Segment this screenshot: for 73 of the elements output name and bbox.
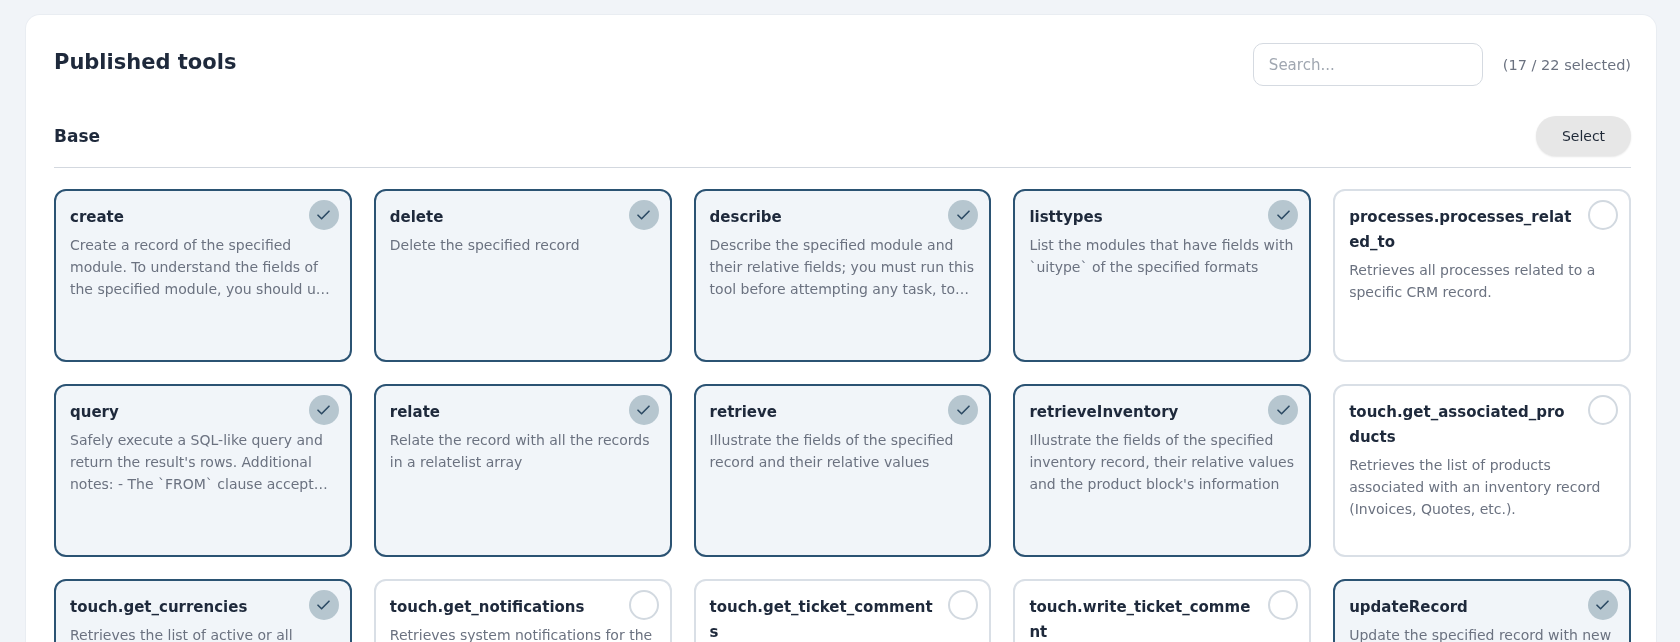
tool-name: touch.get_currencies: [70, 597, 249, 618]
tool-name: touch.get_ticket_comments: [709, 597, 934, 642]
tool-name: create: [70, 207, 125, 228]
tool-description: List the modules that have fields with `uitype` of the specified formats: [1029, 236, 1295, 277]
check-icon: [317, 210, 331, 220]
check-icon: [317, 600, 331, 610]
tool-name: touch.get_notifications: [389, 597, 586, 618]
tool-checkbox[interactable]: [1588, 200, 1618, 230]
tool-card[interactable]: retrieve Illustrate the fields of the specified record and their relative values: [693, 384, 992, 557]
tool-name: retrieveInventory: [1029, 402, 1180, 423]
tool-description: Illustrate the fields of the specified record and their relative values: [709, 431, 955, 472]
tool-name: relate: [389, 402, 441, 423]
tool-card[interactable]: touch.write_ticket_comment: [1013, 579, 1312, 642]
tool-description: Update the specified record with new: [1349, 626, 1613, 642]
tool-description: Create a record of the specified module. To understand the fields of the specified module, you should u…: [70, 236, 331, 299]
tool-name: query: [70, 402, 120, 423]
tool-description: Retrieves the list of active or all: [70, 626, 294, 642]
tool-description: Safely execute a SQL-like query and return the result's rows. Additional notes: - The `FROM` clause accept…: [70, 431, 329, 494]
tool-checkbox[interactable]: [1588, 590, 1618, 620]
search-field[interactable]: Search...: [1252, 43, 1483, 86]
check-icon: [637, 405, 651, 415]
tool-description: Relate the record with all the records in a relatelist array: [389, 431, 651, 472]
tool-description: Describe the specified module and their relative fields; you must run this tool before attempting any task, to…: [709, 236, 975, 299]
tool-card[interactable]: updateRecord Update the specified record with new: [1333, 579, 1631, 642]
page-title: Published tools: [54, 48, 237, 76]
check-icon: [1596, 600, 1610, 610]
tool-checkbox[interactable]: [628, 395, 659, 425]
tool-card[interactable]: processes.processes_related_to Retrieves all processes related to a specific CRM record.: [1333, 189, 1631, 362]
tool-checkbox[interactable]: [948, 590, 979, 620]
tool-checkbox[interactable]: [1268, 590, 1299, 620]
tool-card[interactable]: describe Describe the specified module and their relative fields; you must run this tool before attempting any task, to…: [693, 189, 992, 362]
tool-card[interactable]: touch.get_currencies Retrieves the list of active or all: [54, 579, 352, 642]
check-icon: [637, 210, 651, 220]
tool-name: processes.processes_related_to: [1349, 207, 1573, 253]
check-icon: [1276, 405, 1290, 415]
tool-checkbox[interactable]: [308, 395, 339, 425]
tool-name: updateRecord: [1349, 597, 1469, 618]
tool-checkbox[interactable]: [628, 590, 659, 620]
section-title: Base: [54, 126, 101, 146]
tool-checkbox[interactable]: [1588, 395, 1618, 425]
check-icon: [1276, 210, 1290, 220]
tool-checkbox[interactable]: [308, 200, 339, 230]
selection-count: (17 / 22 selected): [1502, 56, 1631, 73]
check-icon: [317, 405, 331, 415]
tool-checkbox[interactable]: [1268, 395, 1299, 425]
check-icon: [956, 210, 970, 220]
check-icon: [956, 405, 970, 415]
tool-card[interactable]: delete Delete the specified record: [373, 189, 672, 362]
tool-description: Delete the specified record: [389, 236, 581, 255]
tool-name: touch.write_ticket_comment: [1029, 597, 1252, 642]
tool-description: Retrieves system notifications for the: [389, 626, 654, 642]
tool-card[interactable]: create Create a record of the specified module. To understand the fields of the specified module, you should u…: [54, 189, 352, 362]
tool-card[interactable]: query Safely execute a SQL-like query and return the result's rows. Additional notes: - The `FROM` clause accept…: [54, 384, 352, 557]
tool-description: Illustrate the fields of the specified inventory record, their relative values and the product block's information: [1029, 431, 1295, 494]
tool-name: retrieve: [709, 402, 778, 423]
select-button[interactable]: Select: [1536, 116, 1631, 156]
tool-name: touch.get_associated_products: [1349, 402, 1566, 448]
tool-checkbox[interactable]: [1268, 200, 1299, 230]
tool-name: listtypes: [1029, 207, 1104, 228]
tool-checkbox[interactable]: [308, 590, 339, 620]
tool-card[interactable]: touch.get_notifications Retrieves system notifications for the: [373, 579, 672, 642]
tool-card[interactable]: relate Relate the record with all the records in a relatelist array: [373, 384, 672, 557]
tool-card[interactable]: listtypes List the modules that have fields with `uitype` of the specified formats: [1013, 189, 1312, 362]
tool-checkbox[interactable]: [628, 200, 659, 230]
tool-description: Retrieves the list of products associated with an inventory record (Invoices, Quotes, etc.).: [1349, 456, 1602, 519]
tool-card[interactable]: touch.get_ticket_comments: [693, 579, 992, 642]
tool-name: describe: [709, 207, 783, 228]
tool-description: Retrieves all processes related to a specific CRM record.: [1349, 261, 1597, 302]
tool-name: delete: [389, 207, 445, 228]
tool-checkbox[interactable]: [948, 200, 979, 230]
tool-card[interactable]: retrieveInventory Illustrate the fields of the specified inventory record, their relative values and the product block's information: [1013, 384, 1312, 557]
tool-card[interactable]: touch.get_associated_products Retrieves the list of products associated with an inventory record (Invoices, Quotes, etc.).: [1333, 384, 1631, 557]
tool-checkbox[interactable]: [948, 395, 979, 425]
